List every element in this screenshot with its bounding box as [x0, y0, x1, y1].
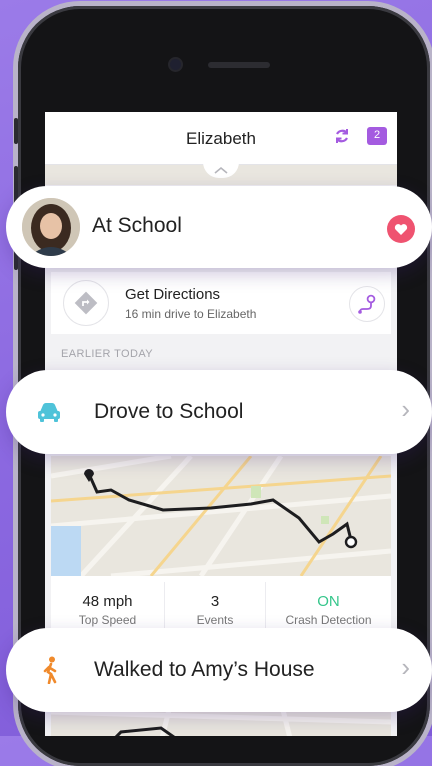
stat-value: ON — [317, 593, 340, 610]
stat-value: 48 mph — [82, 593, 133, 610]
stat-value: 3 — [210, 593, 220, 610]
activity-label: Drove to School — [94, 400, 244, 423]
end-point-icon — [344, 535, 358, 549]
route-line — [87, 473, 353, 544]
refresh-icon[interactable] — [332, 126, 352, 146]
car-icon — [36, 400, 62, 424]
front-camera — [170, 59, 181, 70]
top-bar: Elizabeth 2 — [45, 112, 397, 165]
chevron-right-icon: › — [401, 394, 410, 424]
stat-label: Events — [196, 613, 234, 627]
chevron-up-icon — [214, 166, 228, 174]
favorite-button[interactable] — [387, 215, 415, 243]
stat-crash-detection: ON Crash Detection — [266, 576, 391, 634]
activity-item-drive[interactable]: Drove to School › — [6, 370, 432, 454]
walking-person-icon — [40, 656, 62, 685]
location-label: At School — [92, 214, 182, 237]
stat-label: Crash Detection — [285, 613, 372, 627]
drive-stats: 48 mph Top Speed 3 Events ON Crash Detec… — [51, 576, 391, 634]
directions-card[interactable]: Get Directions 16 min drive to Elizabeth — [51, 272, 391, 334]
activity-label: Walked to Amy’s House — [94, 658, 315, 681]
directions-subtitle: 16 min drive to Elizabeth — [125, 307, 257, 321]
stat-events: 3 Events — [165, 576, 265, 634]
messages-badge[interactable]: 2 — [367, 127, 387, 145]
route-icon — [358, 294, 376, 314]
chevron-right-icon: › — [401, 652, 410, 682]
mute-switch — [14, 118, 18, 144]
section-label: EARLIER TODAY — [61, 348, 154, 360]
pull-handle[interactable] — [203, 162, 239, 178]
location-card[interactable]: At School — [6, 186, 432, 268]
directions-title: Get Directions — [125, 286, 221, 303]
drive-route-map[interactable] — [51, 456, 391, 576]
route-button[interactable] — [349, 286, 385, 322]
avatar[interactable] — [22, 198, 80, 256]
stat-label: Top Speed — [78, 613, 137, 627]
stat-top-speed: 48 mph Top Speed — [51, 576, 164, 634]
heart-icon — [394, 224, 408, 235]
activity-item-walk[interactable]: Walked to Amy’s House › — [6, 628, 432, 712]
earpiece-speaker — [208, 62, 270, 68]
directions-icon — [63, 280, 109, 326]
